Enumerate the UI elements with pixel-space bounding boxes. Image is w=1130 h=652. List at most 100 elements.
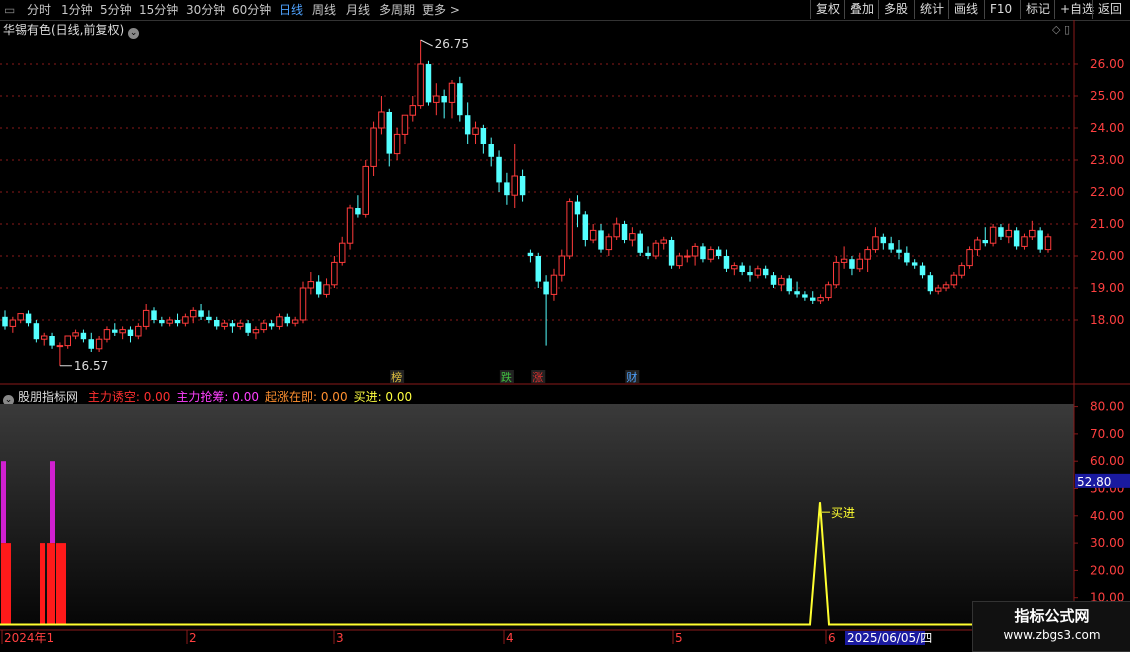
candle-body [393, 133, 401, 155]
candle-body [527, 252, 534, 256]
candle-body [872, 236, 879, 251]
candle-body [691, 245, 699, 257]
price-tick-label: 19.00 [1090, 281, 1124, 295]
candle-body [17, 313, 24, 321]
time-axis-label: 6 [828, 631, 836, 645]
candle-body [998, 227, 1004, 237]
indicator-tick-label: 80.00 [1090, 400, 1124, 414]
candle-body [284, 316, 291, 324]
candle-body [974, 239, 981, 251]
candle-body [989, 226, 997, 244]
price-tick-label: 22.00 [1090, 185, 1124, 199]
event-marker: 涨 [532, 371, 543, 384]
watermark-title: 指标公式网 [1014, 607, 1090, 625]
event-marker: 财 [626, 370, 637, 384]
candle-body [268, 323, 275, 327]
price-tick-label: 20.00 [1090, 249, 1124, 263]
candle-body [880, 236, 887, 244]
candle-body [668, 240, 675, 266]
candle-body [613, 223, 620, 238]
candle-body [723, 256, 730, 269]
candle-body [652, 242, 660, 257]
time-axis-label: 4 [506, 631, 514, 645]
price-tick-label: 24.00 [1090, 121, 1124, 135]
watermark-url: www.zbgs3.com [1003, 628, 1101, 642]
indicator-tick-label: 60.00 [1090, 454, 1124, 468]
indicator-bar-magenta [1, 461, 6, 544]
candle-body [762, 268, 769, 276]
indicator-bar-red [61, 543, 66, 625]
candle-body [488, 144, 494, 157]
candle-body [323, 284, 330, 295]
candle-body [794, 291, 800, 295]
candle-body [103, 329, 111, 340]
price-tick-label: 21.00 [1090, 217, 1124, 231]
candle-body [174, 320, 181, 324]
low-price-label: 16.57 [74, 359, 108, 373]
candle-body [370, 127, 377, 167]
candle-body [911, 262, 918, 266]
candle-body [840, 258, 848, 263]
candle-body [605, 236, 613, 251]
time-axis-label: 2 [189, 631, 197, 645]
candle-body [511, 175, 518, 196]
candle-body [707, 249, 715, 260]
candle-body [142, 309, 150, 327]
candle-body [472, 127, 479, 135]
candle-body [166, 319, 173, 324]
candle-body [809, 297, 816, 301]
indicator-background [0, 404, 1074, 630]
candle-body [966, 249, 973, 267]
indicator-tick-label: 40.00 [1090, 509, 1124, 523]
candle-body [260, 322, 268, 331]
candle-body [950, 274, 958, 286]
indicator-bar-red [56, 543, 61, 625]
candle-body [206, 316, 212, 320]
indicator-bar-red [1, 543, 6, 625]
high-price-label: 26.75 [435, 37, 469, 51]
candle-body [1013, 230, 1020, 247]
candle-body [49, 336, 55, 346]
candle-body [221, 322, 228, 327]
candle-body [338, 242, 346, 263]
candle-body [457, 83, 463, 116]
candle-body [684, 255, 691, 258]
indicator-tick-label: 30.00 [1090, 536, 1124, 550]
indicator-bar-red [50, 543, 55, 625]
candle-body [198, 310, 204, 317]
candle-body [480, 128, 487, 144]
candle-body [291, 319, 299, 324]
candle-body [927, 275, 934, 292]
candle-body [558, 255, 566, 276]
candle-body [88, 339, 95, 349]
indicator-tick-label: 70.00 [1090, 427, 1124, 441]
candle-body [315, 281, 322, 295]
candle-body [1005, 229, 1013, 238]
chart-canvas[interactable]: 26.00 25.00 24.00 23.00 22.00 21.00 20.00 19.00… [0, 0, 1130, 650]
candle-body [72, 332, 79, 337]
candle-body [550, 274, 558, 295]
candle-body [904, 252, 910, 263]
candle-body [786, 278, 792, 292]
candle-body [589, 229, 597, 241]
candle-body [151, 310, 157, 320]
event-marker: 跌 [501, 370, 512, 384]
candle-body [731, 265, 738, 270]
candle-body [1037, 230, 1043, 250]
candle-body [464, 115, 471, 135]
candle-body [919, 265, 926, 276]
candle-body [825, 284, 832, 299]
time-axis-label: 5 [675, 631, 683, 645]
candle-body [598, 230, 604, 250]
candle-body [331, 261, 338, 286]
event-marker: 榜 [391, 370, 402, 384]
candle-body [754, 268, 762, 276]
indicator-bar-magenta [50, 461, 55, 544]
candle-body [95, 338, 103, 350]
candle-body [629, 233, 636, 241]
candle-body [80, 332, 87, 340]
candle-body [182, 316, 189, 324]
candle-body [864, 249, 871, 260]
candle-body [496, 156, 502, 183]
candle-body [33, 323, 40, 340]
